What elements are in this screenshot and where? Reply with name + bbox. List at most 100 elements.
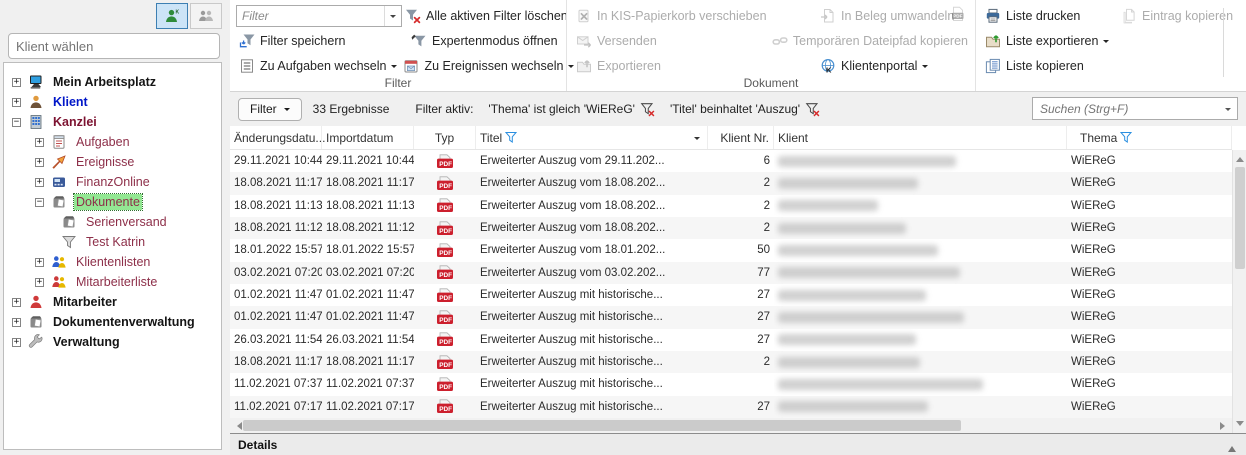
cell-importdatum: 18.08.2021 11:17 [326, 177, 414, 190]
funnel-gray-icon [61, 234, 77, 250]
copy-entry-button[interactable]: Eintrag kopieren [1118, 6, 1236, 26]
tree-item-dokumentenverwaltung[interactable]: + Dokumentenverwaltung [4, 312, 221, 332]
tree-item-verwaltung[interactable]: + Verwaltung [4, 332, 221, 352]
ribbon-group-list: Liste drucken Eintrag kopieren Liste exp… [975, 0, 1246, 91]
table-row[interactable]: 01.02.2021 11:47 01.02.2021 11:47 PDF Erwei… [230, 306, 1232, 329]
table-row[interactable]: 11.02.2021 07:17 11.02.2021 07:17 PDF Erwei… [230, 395, 1232, 418]
table-row[interactable]: 11.02.2021 07:37 11.02.2021 07:37 PDF Erwei… [230, 373, 1232, 395]
export-folder-icon [985, 33, 1001, 49]
client-portal-button[interactable]: K Klientenportal [817, 56, 931, 76]
pdf-tool-button[interactable]: PDF [948, 6, 967, 24]
filter-combobox-dropdown[interactable] [384, 5, 401, 26]
svg-text:PDF: PDF [439, 295, 452, 302]
table-row[interactable]: 18.08.2021 11:17 18.08.2021 11:17 PDF Erwei… [230, 172, 1232, 195]
column-header-importdatum[interactable]: Importdatum [322, 126, 414, 149]
cell-thema: WiEReG [1071, 266, 1116, 279]
tree-item-klient[interactable]: + Klient [4, 92, 221, 112]
single-client-icon: K [164, 8, 180, 24]
copy-list-button[interactable]: Liste kopieren [982, 56, 1087, 76]
collapse-icon[interactable]: − [35, 197, 44, 207]
column-header-thema[interactable]: Thema [1067, 126, 1232, 149]
filter-combobox[interactable]: Filter [236, 4, 402, 27]
horizontal-scrollbar[interactable] [230, 418, 1232, 433]
vertical-scroll-thumb[interactable] [1234, 167, 1245, 269]
clear-all-filters-button[interactable]: Alle aktiven Filter löschen [402, 6, 571, 26]
search-input[interactable] [1033, 101, 1225, 116]
expand-icon[interactable]: + [35, 177, 44, 187]
send-button[interactable]: Versenden [573, 31, 660, 51]
tree-item-mein-arbeitsplatz[interactable]: + Mein Arbeitsplatz [4, 72, 221, 92]
save-filter-button[interactable]: Filter speichern [236, 31, 348, 51]
horizontal-scroll-thumb[interactable] [243, 420, 961, 431]
expand-up-icon[interactable] [1228, 442, 1236, 452]
search-box[interactable] [1032, 97, 1238, 120]
export-list-button[interactable]: Liste exportieren [982, 31, 1112, 51]
move-to-kis-trash-button[interactable]: In KIS-Papierkorb verschieben [573, 6, 770, 26]
scroll-left-icon[interactable] [233, 422, 242, 430]
tree-item-mitarbeiter[interactable]: + Mitarbeiter [4, 292, 221, 312]
column-header-klient-nr[interactable]: Klient Nr. [708, 126, 774, 149]
chevron-down-icon[interactable] [694, 136, 700, 143]
tree-item-ereignisse[interactable]: + Ereignisse [4, 152, 221, 172]
expand-icon[interactable]: + [12, 337, 21, 347]
remove-filter-icon[interactable] [640, 102, 655, 117]
client-select-input[interactable] [8, 33, 220, 59]
print-list-button[interactable]: Liste drucken [982, 6, 1083, 26]
export-button[interactable]: Exportieren [573, 56, 664, 76]
cell-typ: PDF [414, 195, 476, 217]
table-row[interactable]: 03.02.2021 07:20 03.02.2021 07:20 PDF Erwei… [230, 261, 1232, 284]
scroll-up-icon[interactable] [1235, 153, 1244, 162]
collapse-icon[interactable]: − [12, 117, 21, 127]
copy-temp-path-button[interactable]: Temporären Dateipfad kopieren [769, 31, 971, 51]
switch-to-events-button[interactable]: Zu Ereignissen wechseln [400, 56, 577, 76]
remove-filter-icon[interactable] [805, 102, 820, 117]
table-row[interactable]: 18.08.2021 11:13 18.08.2021 11:13 PDF Erwei… [230, 195, 1232, 217]
tree-item-test-katrin[interactable]: Test Katrin [4, 232, 221, 252]
table-row[interactable]: 18.08.2021 11:17 18.08.2021 11:17 PDF Erwei… [230, 350, 1232, 374]
table-row[interactable]: 18.08.2021 11:12 18.08.2021 11:12 PDF Erwei… [230, 216, 1232, 240]
expand-icon[interactable]: + [12, 77, 21, 87]
table-row[interactable]: 26.03.2021 11:54 26.03.2021 11:54 PDF Erwei… [230, 329, 1232, 351]
scroll-right-icon[interactable] [1220, 422, 1229, 430]
expert-mode-button[interactable]: Expertenmodus öffnen [408, 31, 561, 51]
cell-thema: WiEReG [1071, 244, 1116, 257]
filter-menu-button[interactable]: Filter [238, 97, 302, 121]
column-header-aenderungsdatum[interactable]: Änderungsdatu... [230, 126, 325, 149]
column-label: Thema [1080, 130, 1118, 145]
details-panel-header[interactable]: Details [230, 433, 1246, 455]
pdf-icon: PDF [436, 399, 454, 414]
tree-item-dokumente[interactable]: − Dokumente [4, 192, 221, 212]
svg-text:K: K [176, 10, 180, 16]
switch-to-tasks-button[interactable]: Zu Aufgaben wechseln [236, 56, 400, 76]
table-row[interactable]: 18.01.2022 15:57 18.01.2022 15:57 PDF Erwei… [230, 239, 1232, 261]
tree-item-aufgaben[interactable]: + Aufgaben [4, 132, 221, 152]
column-header-titel[interactable]: Titel [476, 126, 708, 149]
tree-item-finanzonline[interactable]: + FinanzOnline [4, 172, 221, 192]
expand-icon[interactable]: + [35, 137, 44, 147]
convert-to-receipt-button[interactable]: In Beleg umwandeln [817, 6, 957, 26]
single-client-mode-button[interactable]: K [156, 3, 188, 29]
table-row[interactable]: 29.11.2021 10:44 29.11.2021 10:44 PDF Erwei… [230, 150, 1232, 172]
expand-icon[interactable]: + [35, 257, 44, 267]
cell-aenderungsdatum: 18.08.2021 11:17 [234, 356, 322, 369]
tree-item-klientenlisten[interactable]: + Klientenlisten [4, 252, 221, 272]
expand-icon[interactable]: + [35, 277, 44, 287]
expand-icon[interactable]: + [12, 317, 21, 327]
tree-item-mitarbeiterliste[interactable]: + Mitarbeiterliste [4, 272, 221, 292]
tree-item-kanzlei[interactable]: − Kanzlei [4, 112, 221, 132]
expand-icon[interactable]: + [35, 157, 44, 167]
expand-icon[interactable]: + [12, 297, 21, 307]
table-row[interactable]: 01.02.2021 11:47 01.02.2021 11:47 PDF Erwei… [230, 284, 1232, 306]
expert-mode-icon [411, 33, 427, 49]
expand-icon[interactable]: + [12, 97, 21, 107]
tree-item-label: Mein Arbeitsplatz [53, 75, 157, 89]
cell-thema: WiEReG [1071, 333, 1116, 346]
cell-thema: WiEReG [1071, 311, 1116, 324]
column-header-klient[interactable]: Klient [774, 126, 1067, 149]
client-group-mode-button[interactable] [190, 3, 222, 29]
column-header-typ[interactable]: Typ [414, 126, 476, 149]
tree-item-serienversand[interactable]: Serienversand [4, 212, 221, 232]
scroll-down-icon[interactable] [1235, 421, 1244, 430]
vertical-scrollbar[interactable] [1232, 150, 1246, 433]
table-body: 29.11.2021 10:44 29.11.2021 10:44 PDF Erwei… [230, 150, 1232, 418]
